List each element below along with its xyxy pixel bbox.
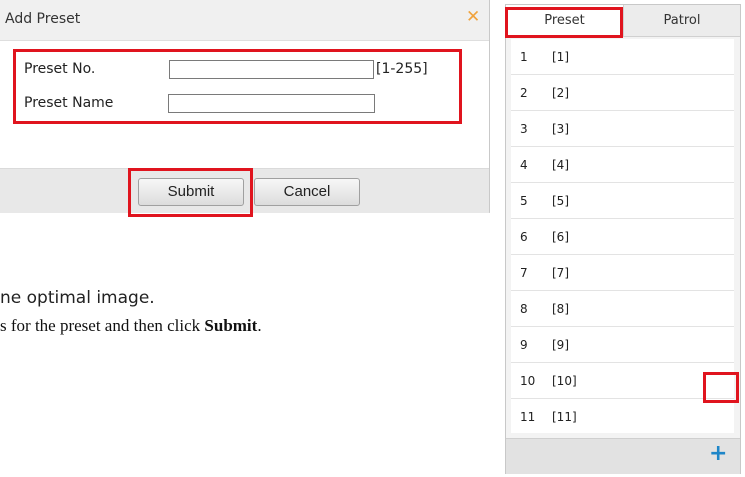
cancel-button[interactable]: Cancel: [254, 178, 360, 206]
preset-number: 7: [520, 266, 528, 280]
preset-name: [8]: [552, 302, 569, 316]
preset-name: [11]: [552, 410, 577, 424]
callout-list-edge: [703, 372, 739, 403]
preset-number: 6: [520, 230, 528, 244]
list-item[interactable]: 6 [6]: [511, 219, 734, 255]
add-icon[interactable]: +: [709, 441, 727, 466]
list-item[interactable]: 5 [5]: [511, 183, 734, 219]
callout-preset-tab: [505, 7, 623, 38]
instruction-line-2-end: .: [257, 316, 262, 335]
preset-number: 9: [520, 338, 528, 352]
list-item[interactable]: 3 [3]: [511, 111, 734, 147]
dialog-title: Add Preset: [5, 11, 81, 27]
dialog-title-bar: Add Preset ✕: [0, 0, 489, 41]
list-item[interactable]: 1 [1]: [511, 39, 734, 75]
preset-number: 11: [520, 410, 536, 424]
panel-footer: +: [506, 438, 740, 474]
list-item[interactable]: 2 [2]: [511, 75, 734, 111]
preset-number: 10: [520, 374, 536, 388]
preset-name: [1]: [552, 50, 569, 64]
callout-fields: [13, 49, 462, 124]
preset-number: 5: [520, 194, 528, 208]
preset-name: [10]: [552, 374, 577, 388]
list-item[interactable]: 9 [9]: [511, 327, 734, 363]
preset-name: [7]: [552, 266, 569, 280]
instruction-submit-keyword: Submit: [204, 316, 258, 335]
preset-panel: Preset Patrol 1 [1] 2 [2] 3 [3] 4 [4] 5 [5] 6…: [505, 4, 741, 474]
list-item[interactable]: 10 [10]: [511, 363, 734, 399]
callout-submit: [128, 168, 253, 217]
close-icon[interactable]: ✕: [466, 7, 480, 27]
list-item[interactable]: 8 [8]: [511, 291, 734, 327]
preset-number: 1: [520, 50, 528, 64]
preset-number: 8: [520, 302, 528, 316]
preset-name: [2]: [552, 86, 569, 100]
preset-name: [4]: [552, 158, 569, 172]
instruction-line-1: ne optimal image.: [0, 288, 155, 308]
instruction-line-2: s for the preset and then click Submit.: [0, 316, 262, 336]
preset-list: 1 [1] 2 [2] 3 [3] 4 [4] 5 [5] 6 [6] 7 [7] 8 [8] …: [511, 39, 734, 433]
list-item[interactable]: 4 [4]: [511, 147, 734, 183]
list-item[interactable]: 11 [11]: [511, 399, 734, 433]
preset-number: 3: [520, 122, 528, 136]
list-item[interactable]: 7 [7]: [511, 255, 734, 291]
tab-patrol[interactable]: Patrol: [623, 5, 740, 37]
instruction-line-2-text: s for the preset and then click: [0, 316, 205, 335]
preset-name: [9]: [552, 338, 569, 352]
preset-name: [5]: [552, 194, 569, 208]
preset-name: [3]: [552, 122, 569, 136]
preset-number: 2: [520, 86, 528, 100]
preset-number: 4: [520, 158, 528, 172]
preset-name: [6]: [552, 230, 569, 244]
